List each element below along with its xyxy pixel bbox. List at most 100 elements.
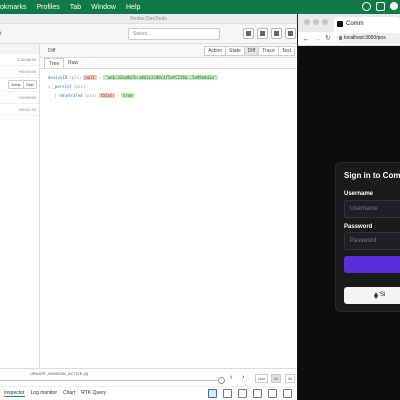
layout-right-icon[interactable] [253, 389, 262, 398]
action-row[interactable]: +00:00.00 [0, 66, 39, 78]
monitor-chart[interactable]: Chart [63, 390, 75, 397]
zoom-window-icon[interactable] [322, 19, 328, 25]
back-icon[interactable]: ← [302, 34, 310, 43]
minimize-window-icon[interactable] [313, 19, 319, 25]
browser-tab-title: Comm [346, 21, 364, 27]
skip-button[interactable]: Skip [23, 80, 37, 89]
lock-icon [339, 36, 342, 40]
layout-bottom-icon[interactable] [268, 389, 277, 398]
status-dot-icon[interactable] [390, 2, 398, 10]
monitor-inspector[interactable]: Inspector [4, 390, 25, 397]
previous-icon[interactable]: ‹ [230, 374, 232, 381]
tab-state[interactable]: State [225, 46, 245, 56]
panel-icon[interactable] [283, 389, 292, 398]
reload-icon[interactable]: ↻ [325, 34, 331, 42]
diff-type: (pin) [73, 84, 86, 89]
diff-line: ▾ _persist (pin) [48, 82, 289, 91]
action-row-selected[interactable]: Jump Skip [0, 78, 39, 92]
redux-devtools-window: Redux DevTools t Select... 2:30:48.99 +0… [0, 14, 297, 400]
state-pane-header: Diff Action State Diff Trace Test [40, 44, 297, 58]
action-row[interactable]: 2:30:48.99 [0, 54, 39, 66]
slider-handle[interactable] [218, 377, 225, 384]
monitor-log[interactable]: Log monitor [31, 390, 57, 397]
layout-left-icon[interactable] [238, 389, 247, 398]
action-time: 2:30:48.99 [17, 57, 36, 62]
browser-tab-bar: Comm [298, 14, 400, 32]
jump-button[interactable]: Jump [8, 80, 24, 89]
sign-in-card: Sign in to Comm Username Username Passwo… [335, 162, 400, 312]
username-input[interactable]: Username [344, 200, 400, 218]
tab-diff[interactable]: Diff [243, 46, 260, 56]
action-row[interactable]: +00:02.93 [0, 104, 39, 116]
slider-track[interactable] [0, 380, 222, 381]
wallet-sign-in-button[interactable]: Si [344, 287, 400, 304]
state-pane: Diff Action State Diff Trace Test Tree R… [40, 44, 297, 368]
diff-type: (pin) [69, 75, 82, 80]
inspector-tabs: Action State Diff Trace Test [204, 46, 295, 56]
terminal-icon[interactable] [223, 389, 232, 398]
diff-key[interactable]: rehydrated [58, 93, 82, 98]
sync-state-icon[interactable] [208, 389, 217, 398]
forward-icon[interactable]: → [314, 34, 322, 43]
tab-tree[interactable]: Tree [44, 58, 65, 68]
ethereum-icon [374, 292, 378, 299]
diff-old-value: null [83, 75, 97, 80]
toolbar-left-label: t [0, 31, 2, 37]
tree-guide: │ [54, 93, 57, 98]
diff-arrow: ⇒ [98, 75, 102, 80]
window-controls [304, 19, 328, 25]
expand-triangle-icon[interactable]: ▾ [48, 84, 50, 89]
status-box-icon[interactable] [376, 2, 385, 11]
action-row[interactable]: +00:00.00 [0, 92, 39, 104]
menu-window[interactable]: Window [86, 4, 121, 11]
tab-trace[interactable]: Trace [258, 46, 279, 56]
menu-help[interactable]: Help [121, 4, 145, 11]
speed-1x-button[interactable]: 1x [271, 374, 282, 383]
tab-raw[interactable]: Raw [64, 58, 82, 68]
diff-new-value: 'web:32ea9b7b:a8d2c2c80(4f5afC116a..5e99… [103, 75, 219, 80]
devtools-body: 2:30:48.99 +00:00.00 Jump Skip +00:00.00… [0, 44, 297, 400]
action-list: 2:30:48.99 +00:00.00 Jump Skip +00:00.00… [0, 44, 40, 368]
tab-test[interactable]: Test [277, 46, 295, 56]
menu-tab[interactable]: Tab [65, 4, 86, 11]
browser-window: Comm ← → ↻ localhost:3000/pos Sign in to… [298, 14, 400, 400]
diff-key[interactable]: deviceID [48, 75, 67, 80]
live-button[interactable]: Live [255, 374, 269, 383]
keyboard-icon[interactable] [243, 28, 254, 39]
status-circle-icon[interactable] [362, 2, 371, 11]
web-page: Sign in to Comm Username Username Passwo… [298, 46, 400, 400]
next-icon[interactable]: › [242, 374, 244, 381]
monitor-rtk-query[interactable]: RTK Query [81, 390, 106, 397]
sign-in-button[interactable] [344, 256, 400, 273]
monitor-icons [208, 389, 292, 398]
action-list-header [0, 44, 39, 54]
devtools-title: Redux DevTools [0, 14, 297, 24]
instance-select[interactable]: Select... [128, 28, 220, 40]
action-time: +00:00.00 [18, 95, 36, 100]
wallet-sign-in-label: Si [380, 292, 386, 298]
toolbar-icons [243, 28, 296, 39]
window-icon[interactable] [257, 28, 268, 39]
username-label: Username [344, 191, 374, 197]
menu-profiles[interactable]: Profiles [31, 4, 64, 11]
speed-2x-button[interactable]: 2x [285, 374, 296, 383]
pane-title: Diff [48, 48, 56, 54]
browser-toolbar: ← → ↻ localhost:3000/pos [298, 32, 400, 46]
diff-type: (pin) [84, 93, 97, 98]
diff-old-value: false [98, 93, 115, 98]
menu-bookmarks[interactable]: okmarks [0, 4, 31, 11]
close-window-icon[interactable] [304, 19, 310, 25]
browser-tab[interactable]: Comm [334, 17, 400, 32]
address-url: localhost:3000/pos [344, 35, 386, 41]
diff-sub-tabs: Tree Raw [40, 58, 297, 69]
password-input[interactable]: Password [344, 232, 400, 250]
settings-icon[interactable] [271, 28, 282, 39]
address-bar[interactable]: localhost:3000/pos [336, 33, 400, 44]
diff-key[interactable]: _persist [52, 84, 71, 89]
tab-action[interactable]: Action [204, 46, 227, 56]
slider-action-label: UPDATE_WINDOW_ACTIVE (4) [30, 371, 89, 376]
favicon-icon [337, 21, 343, 27]
password-label: Password [344, 224, 373, 230]
sync-icon[interactable] [285, 28, 296, 39]
action-time: +00:02.93 [18, 107, 36, 112]
